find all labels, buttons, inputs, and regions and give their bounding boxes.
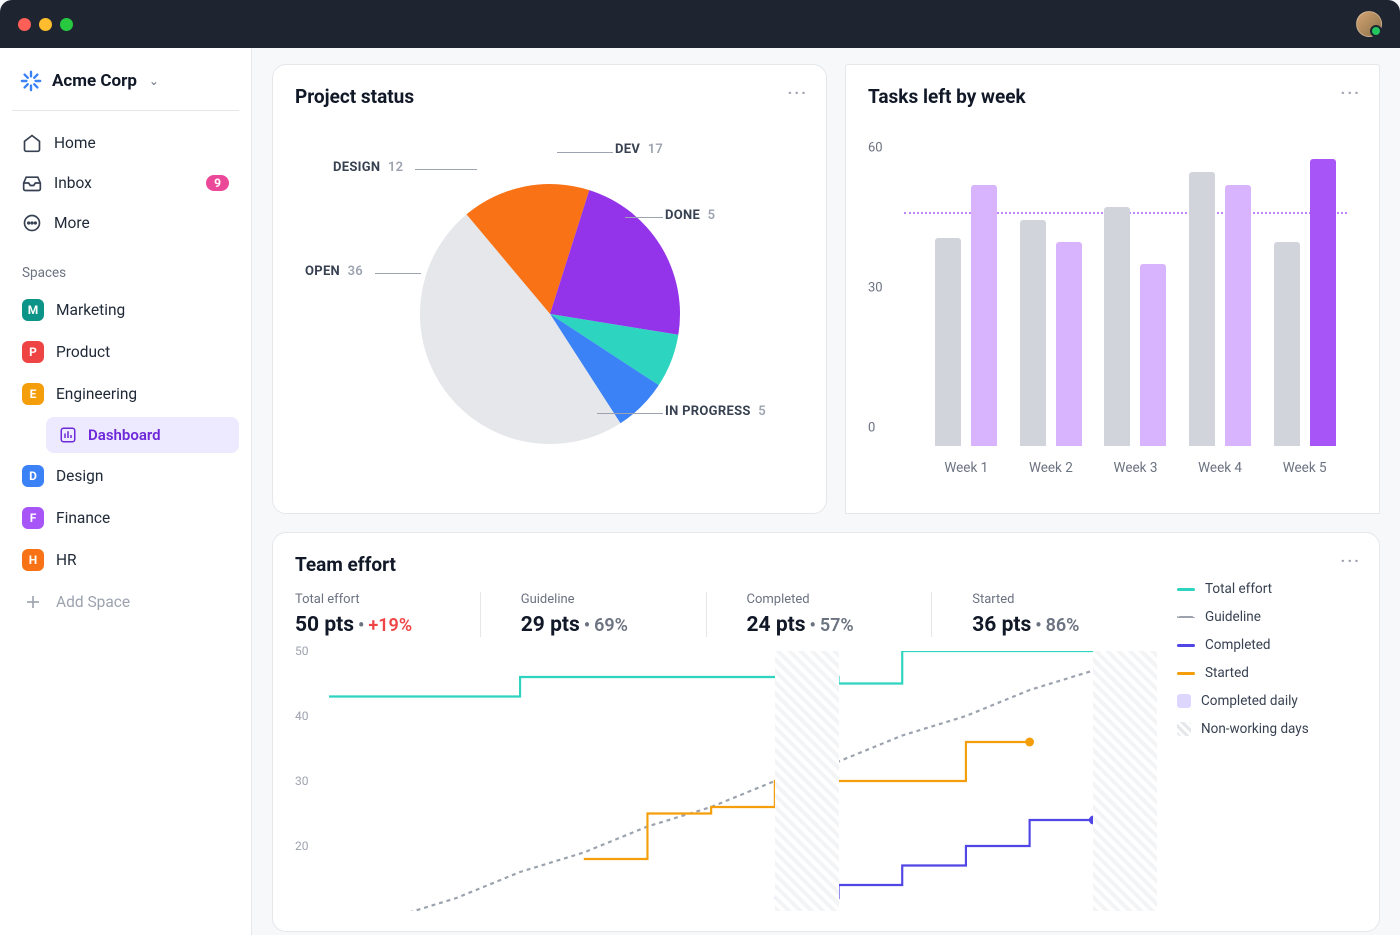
maximize-window-button[interactable]	[60, 18, 73, 31]
nav-label: Inbox	[54, 174, 92, 192]
space-icon: M	[22, 299, 44, 321]
workspace-name: Acme Corp	[52, 71, 137, 91]
dashboard-icon	[58, 425, 78, 445]
space-label: Design	[56, 467, 103, 485]
sidebar: Acme Corp ⌄ Home Inbox 9 More Spaces M Ma…	[0, 48, 252, 935]
pie-slice-label: DEV 17	[615, 142, 663, 157]
y-tick: 0	[868, 421, 875, 436]
x-tick: Week 2	[1029, 460, 1073, 476]
space-label: Engineering	[56, 385, 137, 403]
nav-label: Home	[54, 134, 96, 152]
minimize-window-button[interactable]	[39, 18, 52, 31]
more-icon	[22, 213, 42, 233]
avatar[interactable]	[1356, 11, 1382, 37]
nav-home[interactable]: Home	[12, 125, 239, 161]
space-label: Marketing	[56, 301, 125, 319]
space-item-marketing[interactable]: M Marketing	[12, 291, 239, 329]
metric: Guideline 29 pts • 69%	[521, 592, 707, 637]
spaces-section-label: Spaces	[12, 245, 239, 291]
dashboard-label: Dashboard	[88, 426, 161, 444]
metric: Total effort 50 pts • +19%	[295, 592, 481, 637]
pie-slice-label: DESIGN 12	[333, 160, 403, 175]
space-item-hr[interactable]: H HR	[12, 541, 239, 579]
inbox-badge: 9	[206, 175, 229, 191]
space-label: Finance	[56, 509, 110, 527]
space-item-engineering[interactable]: E Engineering	[12, 375, 239, 413]
space-icon: P	[22, 341, 44, 363]
metric: Completed 24 pts • 57%	[747, 592, 933, 637]
space-icon: D	[22, 465, 44, 487]
main-content: Project status ··· DEV 17 DONE 5 IN PROG…	[252, 48, 1400, 935]
space-label: HR	[56, 551, 77, 569]
x-tick: Week 3	[1114, 460, 1158, 476]
space-item-finance[interactable]: F Finance	[12, 499, 239, 537]
project-status-card: Project status ··· DEV 17 DONE 5 IN PROG…	[272, 64, 827, 514]
space-item-product[interactable]: P Product	[12, 333, 239, 371]
tasks-left-card: Tasks left by week ··· 60 30 0 Week 1 Wee…	[845, 64, 1380, 514]
pie-slice-label: OPEN 36	[305, 264, 363, 279]
effort-legend: Total effort Guideline Completed Started…	[1177, 581, 1357, 749]
pie-chart: DEV 17 DONE 5 IN PROGRESS 5 OPEN 36 DESI…	[295, 124, 804, 504]
y-tick: 30	[868, 281, 883, 296]
plus-icon	[22, 591, 44, 613]
card-title: Tasks left by week	[868, 85, 1357, 108]
bar-chart: 60 30 0 Week 1 Week 2 Week 3 Week 4 Week 5	[868, 124, 1357, 484]
titlebar	[0, 0, 1400, 48]
close-window-button[interactable]	[18, 18, 31, 31]
x-tick: Week 1	[944, 460, 988, 476]
metric: Started 36 pts • 86%	[972, 592, 1157, 637]
team-effort-card: Team effort ··· Total effort 50 pts • +1…	[272, 532, 1380, 932]
space-label: Product	[56, 343, 110, 361]
home-icon	[22, 133, 42, 153]
effort-chart: 50 40 30 20 Total effort Guideline Compl…	[295, 651, 1357, 911]
chevron-down-icon: ⌄	[149, 74, 159, 88]
y-tick: 60	[868, 141, 883, 156]
card-more-button[interactable]: ···	[1341, 551, 1361, 570]
x-tick: Week 5	[1283, 460, 1327, 476]
space-icon: F	[22, 507, 44, 529]
nav-inbox[interactable]: Inbox 9	[12, 165, 239, 201]
inbox-icon	[22, 173, 42, 193]
card-title: Team effort	[295, 553, 1357, 576]
pie-slice-label: IN PROGRESS 5	[665, 404, 766, 419]
space-item-design[interactable]: D Design	[12, 457, 239, 495]
card-more-button[interactable]: ···	[1341, 83, 1361, 102]
workspace-logo-icon	[20, 70, 42, 92]
add-space-button[interactable]: Add Space	[12, 583, 239, 621]
nav-more[interactable]: More	[12, 205, 239, 241]
window-controls	[18, 18, 73, 31]
card-more-button[interactable]: ···	[788, 83, 808, 102]
sidebar-item-dashboard[interactable]: Dashboard	[46, 417, 239, 453]
workspace-switcher[interactable]: Acme Corp ⌄	[12, 66, 239, 111]
space-icon: H	[22, 549, 44, 571]
x-tick: Week 4	[1198, 460, 1242, 476]
pie-slice-label: DONE 5	[665, 208, 715, 223]
add-space-label: Add Space	[56, 593, 130, 611]
card-title: Project status	[295, 85, 804, 108]
nav-label: More	[54, 214, 90, 232]
space-icon: E	[22, 383, 44, 405]
